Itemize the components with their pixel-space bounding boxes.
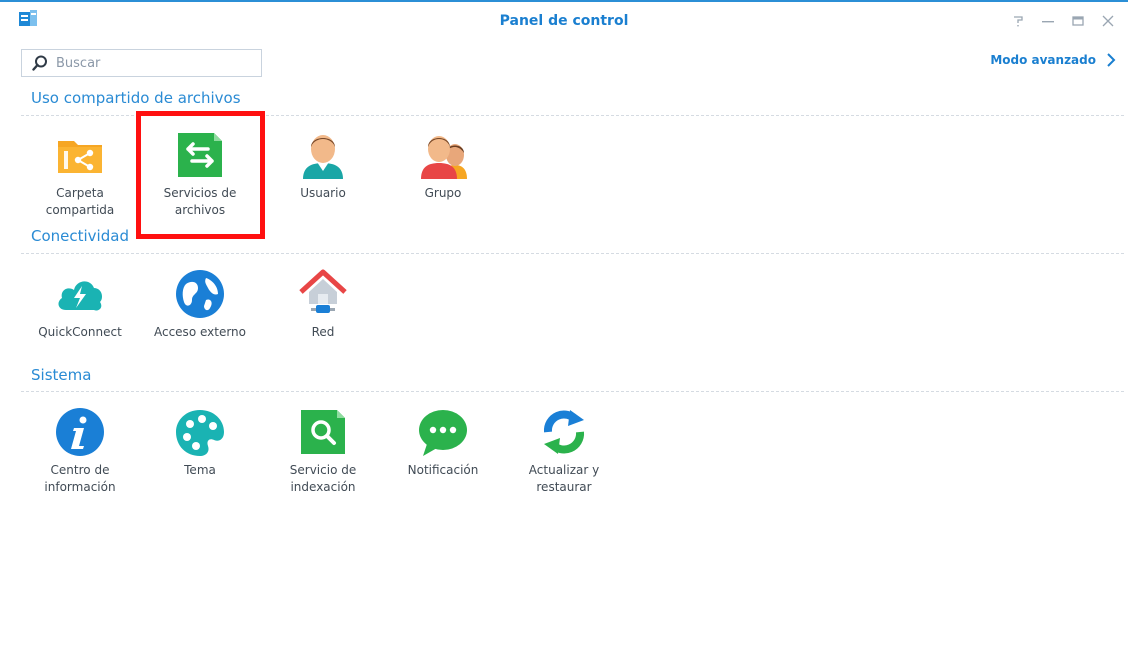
help-button[interactable] xyxy=(1006,10,1030,32)
section-divider xyxy=(21,391,1124,392)
item-label: Servicio de indexación xyxy=(289,463,357,494)
minimize-button[interactable] xyxy=(1036,10,1060,32)
help-icon xyxy=(1014,16,1023,27)
info-center-icon xyxy=(54,406,106,458)
item-notification[interactable]: Notificación xyxy=(384,400,502,512)
section-divider xyxy=(21,253,1124,254)
advanced-mode-label: Modo avanzado xyxy=(990,53,1096,67)
section-title-system: Sistema xyxy=(31,366,92,384)
window-title: Panel de control xyxy=(499,13,629,29)
shared-folder-icon xyxy=(54,129,106,181)
item-label: Acceso externo xyxy=(153,325,246,339)
item-label: Grupo xyxy=(424,186,462,200)
search-box xyxy=(21,49,262,77)
close-button[interactable] xyxy=(1096,10,1120,32)
item-indexing-service[interactable]: Servicio de indexación xyxy=(264,400,382,512)
network-icon xyxy=(297,268,349,320)
item-label: Servicios de archivos xyxy=(163,186,237,217)
section-title-file-sharing: Uso compartido de archivos xyxy=(31,89,241,107)
item-label: Carpeta compartida xyxy=(45,186,115,217)
item-label: QuickConnect xyxy=(38,325,122,339)
item-label: Usuario xyxy=(300,186,346,200)
item-user[interactable]: Usuario xyxy=(264,123,382,235)
item-group[interactable]: Grupo xyxy=(384,123,502,235)
item-quickconnect[interactable]: QuickConnect xyxy=(21,262,139,374)
update-restore-icon xyxy=(538,406,590,458)
section-divider xyxy=(21,115,1124,116)
quickconnect-icon xyxy=(54,268,106,320)
file-services-icon xyxy=(174,129,226,181)
search-input[interactable] xyxy=(56,53,251,73)
user-icon xyxy=(297,129,349,181)
notification-icon xyxy=(417,406,469,458)
title-bar: Panel de control xyxy=(0,0,1128,42)
item-external-access[interactable]: Acceso externo xyxy=(141,262,259,374)
maximize-icon xyxy=(1072,16,1084,26)
item-label: Notificación xyxy=(407,463,479,477)
close-icon xyxy=(1102,15,1114,27)
maximize-button[interactable] xyxy=(1066,10,1090,32)
item-label: Red xyxy=(311,325,335,339)
item-network[interactable]: Red xyxy=(264,262,382,374)
search-icon xyxy=(32,55,47,71)
advanced-mode-link[interactable]: Modo avanzado xyxy=(990,53,1116,67)
item-label: Centro de información xyxy=(44,463,116,494)
external-access-icon xyxy=(174,268,226,320)
chevron-right-icon xyxy=(1107,53,1116,67)
item-update-restore[interactable]: Actualizar y restaurar xyxy=(505,400,623,512)
item-label: Tema xyxy=(184,463,216,477)
item-info-center[interactable]: Centro de información xyxy=(21,400,139,512)
item-label: Actualizar y restaurar xyxy=(528,463,600,494)
item-file-services[interactable]: Servicios de archivos xyxy=(141,123,259,235)
group-icon xyxy=(417,129,469,181)
section-title-connectivity: Conectividad xyxy=(31,227,129,245)
theme-icon xyxy=(174,406,226,458)
window-controls xyxy=(1006,10,1120,32)
minimize-icon xyxy=(1042,21,1054,23)
item-shared-folder[interactable]: Carpeta compartida xyxy=(21,123,139,235)
item-theme[interactable]: Tema xyxy=(141,400,259,512)
indexing-service-icon xyxy=(297,406,349,458)
